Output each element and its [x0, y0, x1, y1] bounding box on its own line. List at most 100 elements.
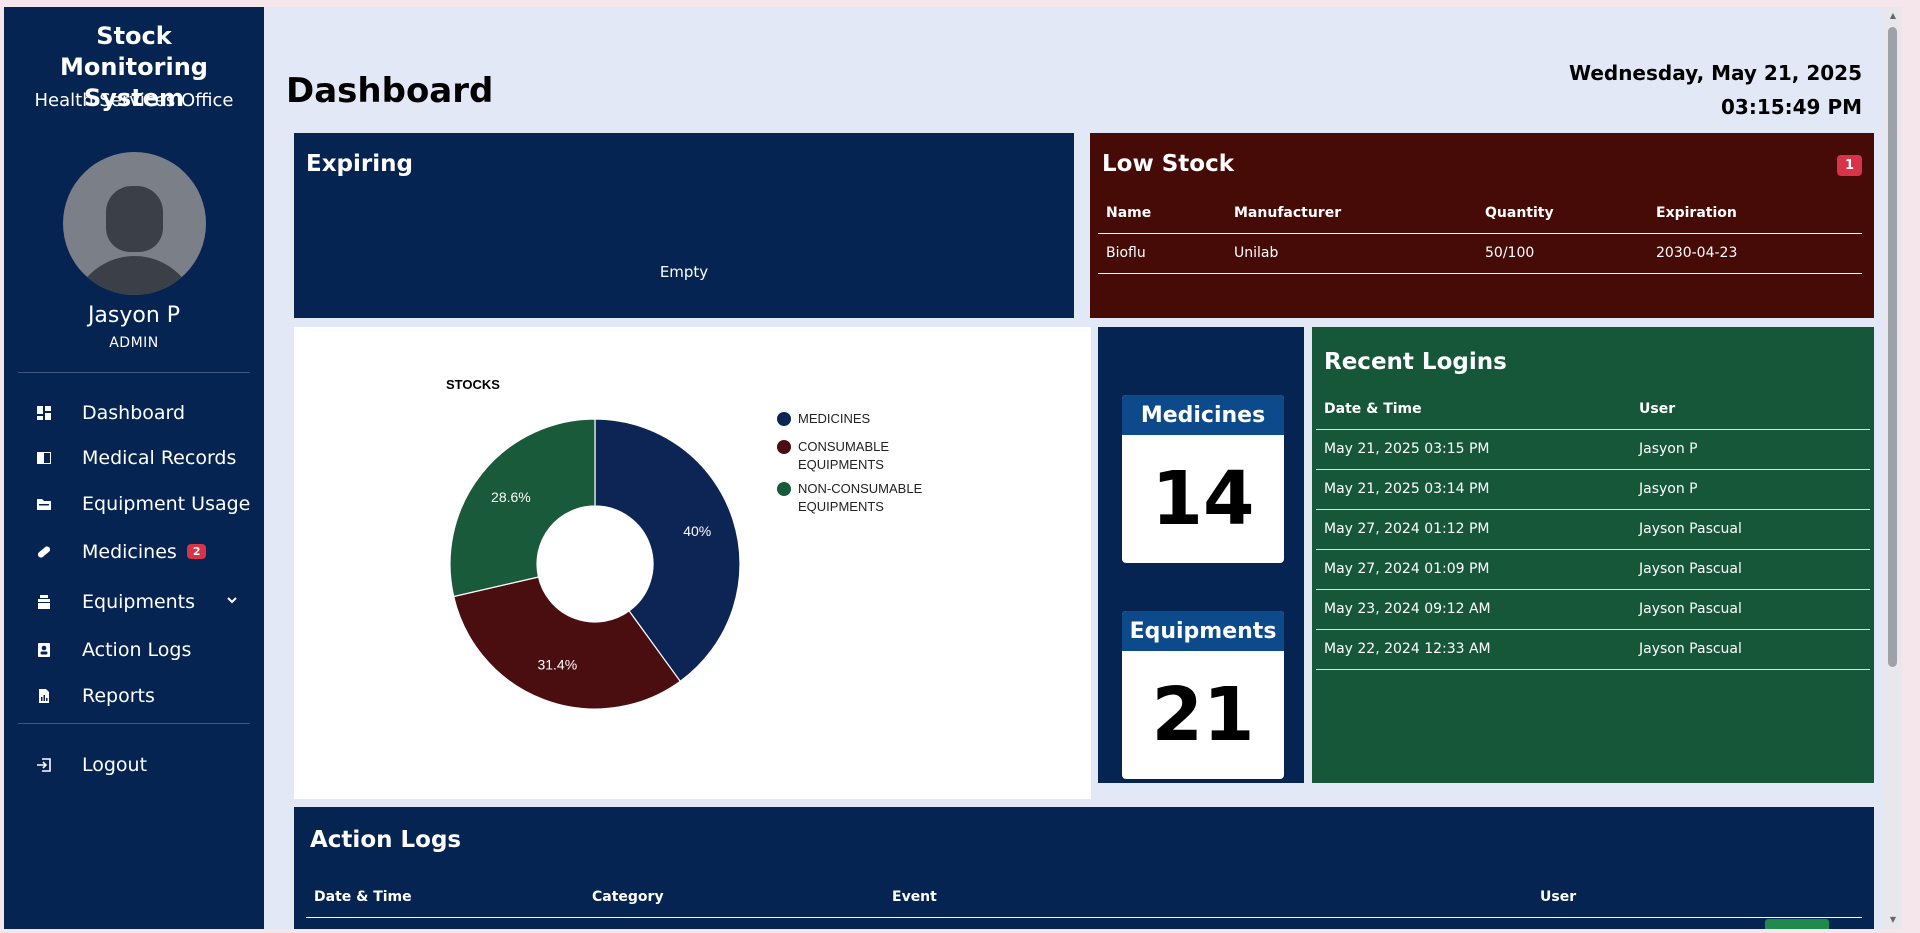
stack-icon	[34, 592, 54, 612]
cell-user: Jayson Pascual	[1631, 509, 1870, 550]
column-header: Date & Time	[306, 877, 584, 918]
cell-name: Bioflu	[1098, 233, 1226, 274]
equipments-stat-card[interactable]: Equipments 21	[1122, 611, 1284, 779]
column-header: User	[1631, 389, 1870, 430]
recent-logins-panel: Recent Logins Date & Time User May 21, 2…	[1312, 327, 1874, 783]
table-header-row: Date & Time User	[1316, 389, 1870, 430]
pill-icon	[34, 542, 54, 562]
nav-item-logout[interactable]: Logout	[4, 746, 264, 784]
app-window: Stock Monitoring System Health Services …	[4, 7, 1902, 929]
table-row: May 23, 2024 09:12 AM Jayson Pascual	[1316, 589, 1870, 630]
column-header: User	[1532, 877, 1862, 918]
recent-logins-table: Date & Time User May 21, 2025 03:15 PM Ja…	[1316, 389, 1870, 670]
slice-value-label: 31.4%	[537, 657, 577, 673]
expiring-title: Expiring	[306, 151, 413, 177]
nav-label: Logout	[82, 754, 148, 776]
nav-item-equipments[interactable]: Equipments	[4, 583, 264, 621]
low-stock-title: Low Stock	[1102, 151, 1235, 177]
sidebar: Stock Monitoring System Health Services …	[4, 7, 264, 929]
logout-icon	[34, 755, 54, 775]
current-date: Wednesday, May 21, 2025	[1568, 61, 1862, 85]
current-time: 03:15:49 PM	[1720, 95, 1862, 119]
medicines-stat-card[interactable]: Medicines 14	[1122, 395, 1284, 563]
medicines-badge: 2	[186, 544, 207, 559]
table-row: May 27, 2024 01:09 PM Jayson Pascual	[1316, 549, 1870, 590]
cell-user: Jayson Pascual	[1631, 589, 1870, 630]
table-row: May 22, 2024 12:33 AM Jayson Pascual	[1316, 629, 1870, 670]
chevron-down-icon[interactable]	[226, 594, 238, 610]
nav-label: Medicines 2	[82, 541, 207, 563]
cell-expiration: 2030-04-23	[1648, 233, 1862, 274]
stocks-donut-chart: STOCKS 40% 31.4% 28.6% MEDICINES CONSUMABLE…	[446, 377, 923, 710]
folder-icon	[34, 494, 54, 514]
legend-label: CONSUMABLE EQUIPMENTS	[798, 439, 889, 472]
nav-item-medicines[interactable]: Medicines 2	[4, 533, 264, 571]
nav-label: Equipments	[82, 591, 196, 613]
table-row: May 21, 2025 03:14 PM Jasyon P	[1316, 469, 1870, 510]
slice-value-label: 28.6%	[491, 489, 531, 505]
cell-user: Jayson Pascual	[1631, 549, 1870, 590]
cell-user: Jayson Pascual	[1631, 629, 1870, 670]
expiring-empty-text: Empty	[659, 263, 709, 281]
nav-item-dashboard[interactable]: Dashboard	[4, 394, 264, 432]
pie-slice-non-consumable-equipments[interactable]	[449, 418, 596, 598]
medicines-stat-count: 14	[1151, 456, 1255, 542]
legend-label: NON-CONSUMABLE EQUIPMENTS	[798, 481, 923, 514]
sidebar-divider	[18, 372, 250, 373]
action-logs-panel: Action Logs Date & Time Category Event U…	[294, 807, 1874, 929]
page-title: Dashboard	[286, 71, 494, 111]
nav-label: Equipment Usage	[82, 493, 251, 515]
nav-item-reports[interactable]: Reports	[4, 677, 264, 715]
cell-user: Jasyon P	[1631, 429, 1870, 470]
nav-item-equipment-usage[interactable]: Equipment Usage	[4, 485, 264, 523]
nav-item-medical-records[interactable]: Medical Records	[4, 439, 264, 477]
column-header: Quantity	[1477, 193, 1648, 234]
report-icon	[34, 686, 54, 706]
nav-label: Dashboard	[82, 402, 186, 424]
sidebar-divider	[18, 723, 250, 724]
nav-label: Medical Records	[82, 447, 237, 469]
cell-datetime: May 27, 2024 01:09 PM	[1316, 549, 1631, 590]
cell-datetime: May 23, 2024 09:12 AM	[1316, 589, 1631, 630]
avatar	[63, 152, 206, 295]
avatar-head	[106, 186, 163, 252]
legend-swatch[interactable]	[777, 412, 791, 426]
user-role: ADMIN	[109, 335, 159, 351]
action-status-button[interactable]	[1765, 919, 1829, 929]
nav-item-action-logs[interactable]: Action Logs	[4, 631, 264, 669]
stats-column: Medicines 14 Equipments 21	[1098, 327, 1304, 783]
low-stock-table: Name Manufacturer Quantity Expiration Bi…	[1098, 193, 1862, 274]
nav-label: Action Logs	[82, 639, 192, 661]
app-subtitle: Health Services Office	[34, 90, 234, 111]
chart-title: STOCKS	[446, 377, 500, 392]
scroll-up-icon[interactable]: ▲	[1888, 11, 1898, 21]
table-row: May 21, 2025 03:15 PM Jasyon P	[1316, 429, 1870, 470]
grid-icon	[34, 403, 54, 423]
cell-user: Jasyon P	[1631, 469, 1870, 510]
cell-manufacturer: Unilab	[1226, 233, 1477, 274]
stocks-chart-panel: STOCKS 40% 31.4% 28.6% MEDICINES CONSUMABLE…	[294, 327, 1091, 799]
slice-value-label: 40%	[683, 523, 711, 539]
table-row: Bioflu Unilab 50/100 2030-04-23	[1098, 233, 1862, 274]
table-header-row: Name Manufacturer Quantity Expiration	[1098, 193, 1862, 234]
cell-quantity: 50/100	[1477, 233, 1648, 274]
table-header-row: Date & Time Category Event User	[306, 877, 1862, 918]
equipments-stat-count: 21	[1151, 672, 1255, 758]
column-header: Category	[584, 877, 884, 918]
scroll-down-icon[interactable]: ▼	[1888, 915, 1898, 925]
cell-datetime: May 22, 2024 12:33 AM	[1316, 629, 1631, 670]
book-icon	[34, 448, 54, 468]
scrollbar-thumb[interactable]	[1888, 27, 1897, 667]
cell-datetime: May 21, 2025 03:14 PM	[1316, 469, 1631, 510]
avatar-body	[71, 256, 198, 295]
action-logs-title: Action Logs	[310, 827, 462, 853]
legend-label: MEDICINES	[798, 411, 871, 426]
cell-datetime: May 27, 2024 01:12 PM	[1316, 509, 1631, 550]
medicines-stat-label: Medicines	[1122, 395, 1284, 435]
expiring-panel: Expiring Empty	[294, 133, 1074, 318]
page-scrollbar[interactable]: ▲ ▼	[1884, 7, 1902, 929]
legend-swatch[interactable]	[777, 440, 791, 454]
table-row: May 27, 2024 01:12 PM Jayson Pascual	[1316, 509, 1870, 550]
low-stock-count-badge: 1	[1836, 155, 1862, 176]
legend-swatch[interactable]	[777, 482, 791, 496]
